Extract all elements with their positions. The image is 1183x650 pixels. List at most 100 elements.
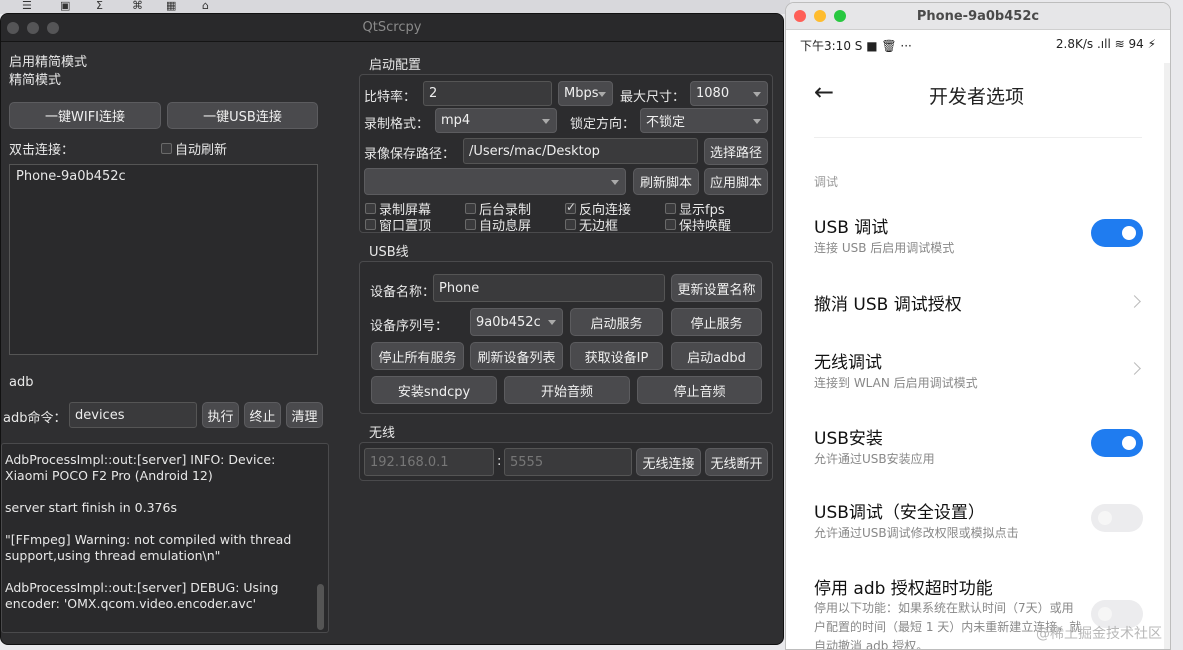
wireless-connect-button[interactable]: 无线连接 [636, 448, 701, 476]
checkbox-icon [465, 203, 476, 214]
lock-orientation-select[interactable]: 不锁定 [640, 108, 768, 133]
log-line: AdbProcessImpl::out:[server] INFO: Devic… [5, 452, 276, 483]
clear-button[interactable]: 清理 [286, 402, 323, 428]
setting-usb-debugging-security[interactable]: USB调试（安全设置） 允许通过USB调试修改权限或模拟点击 [786, 493, 1166, 548]
bitrate-unit-select[interactable]: Mbps [558, 81, 613, 106]
refresh-script-button[interactable]: 刷新脚本 [633, 168, 699, 195]
wireless-group: 192.168.0.1 : 5555 无线连接 无线断开 [359, 442, 773, 481]
divider [814, 137, 1142, 138]
choose-path-button[interactable]: 选择路径 [704, 138, 768, 165]
auto-refresh-checkbox[interactable]: 自动刷新 [161, 139, 227, 158]
back-arrow-icon[interactable]: ← [814, 78, 834, 106]
wireless-disconnect-button[interactable]: 无线断开 [705, 448, 768, 476]
minimize-dot-icon[interactable] [814, 10, 826, 22]
port-input[interactable]: 5555 [504, 448, 632, 476]
setting-title: USB 调试 [814, 218, 889, 238]
phone-titlebar: Phone-9a0b452c [786, 3, 1170, 30]
update-name-button[interactable]: 更新设置名称 [671, 274, 762, 302]
start-adbd-button[interactable]: 启动adbd [671, 342, 762, 370]
log-line: "[FFmpeg] Warning: not compiled with thr… [5, 532, 292, 563]
install-sndcpy-button[interactable]: 安装sndcpy [371, 376, 497, 404]
zoom-dot-icon[interactable] [47, 22, 59, 34]
setting-wireless-debugging[interactable]: 无线调试 连接到 WLAN 后启用调试模式 [786, 343, 1166, 398]
setting-usb-debugging[interactable]: USB 调试 连接 USB 后启用调试模式 [786, 208, 1166, 268]
setting-title: 停用 adb 授权超时功能 [814, 579, 993, 599]
ip-port-separator: : [497, 454, 502, 469]
phone-window-title: Phone-9a0b452c [916, 9, 1040, 24]
keep-awake-checkbox[interactable]: 保持唤醒 [665, 215, 731, 234]
adb-command-row: adb命令： devices 执行 终止 清理 [1, 395, 329, 435]
save-path-input[interactable]: /Users/mac/Desktop [463, 138, 698, 164]
checkbox-icon [665, 219, 676, 230]
get-device-ip-button[interactable]: 获取设备IP [570, 342, 663, 370]
lock-icon: ⌂ [202, 0, 209, 12]
log-scrollbar[interactable] [317, 584, 324, 630]
qtscrcpy-window: QtScrcpy 启用精简模式 精简模式 一键WIFI连接 一键USB连接 双击… [0, 13, 784, 645]
usb-debugging-security-toggle[interactable] [1091, 504, 1143, 532]
checkbox-icon [665, 203, 676, 214]
window-title: QtScrcpy [362, 20, 422, 35]
exec-button[interactable]: 执行 [202, 402, 239, 428]
bitrate-input[interactable]: 2 [423, 81, 552, 106]
checkmark-icon [565, 200, 576, 214]
lock-orientation-label: 锁定方向： [570, 117, 636, 132]
log-output[interactable]: AdbProcessImpl::out:[server] INFO: Devic… [1, 443, 329, 633]
qt-titlebar: QtScrcpy [1, 14, 783, 42]
chevron-down-icon [753, 118, 761, 124]
log-line: server start finish in 0.376s [5, 500, 177, 515]
device-listbox[interactable]: Phone-9a0b452c [9, 164, 318, 355]
serial-select[interactable]: 9a0b452c [470, 308, 563, 336]
close-dot-icon[interactable] [794, 10, 806, 22]
chevron-down-icon [542, 118, 550, 124]
minimize-dot-icon[interactable] [27, 22, 39, 34]
setting-title: USB调试（安全设置） [814, 503, 985, 523]
refresh-device-list-button[interactable]: 刷新设备列表 [470, 342, 563, 370]
setting-usb-install[interactable]: USB安装 允许通过USB安装应用 [786, 419, 1166, 474]
record-format-select[interactable]: mp4 [435, 108, 557, 133]
start-audio-button[interactable]: 开始音频 [504, 376, 630, 404]
usb-connect-button[interactable]: 一键USB连接 [167, 102, 318, 129]
bitrate-label: 比特率： [364, 90, 417, 105]
page-title: 开发者选项 [929, 86, 1025, 108]
ip-input[interactable]: 192.168.0.1 [364, 448, 494, 476]
zoom-dot-icon[interactable] [834, 10, 846, 22]
start-service-button[interactable]: 启动服务 [570, 308, 663, 336]
apply-script-button[interactable]: 应用脚本 [704, 168, 768, 195]
checkbox-icon [365, 219, 376, 230]
always-on-top-checkbox[interactable]: 窗口置顶 [365, 215, 431, 234]
frameless-checkbox[interactable]: 无边框 [565, 215, 618, 234]
desktop-menubar: ☰ ▣ Σ ⌘ ▦ ⌂ [0, 0, 790, 14]
stop-audio-button[interactable]: 停止音频 [637, 376, 762, 404]
phone-scrollbar[interactable] [1164, 63, 1170, 649]
stop-service-button[interactable]: 停止服务 [671, 308, 762, 336]
max-size-select[interactable]: 1080 [690, 81, 768, 106]
simple-mode-checkbox[interactable]: 启用精简模式 [9, 51, 87, 70]
usb-debugging-toggle[interactable] [1091, 219, 1143, 247]
adb-section-title: adb [9, 375, 34, 390]
close-dot-icon[interactable] [7, 22, 19, 34]
phone-status-bar: 下午3:10 S ■ 🗑 ··· 2.8K/s .ıll ≋ 94 ⚡ [800, 37, 1156, 55]
sigma-icon: Σ [96, 0, 103, 12]
terminate-button[interactable]: 终止 [244, 402, 281, 428]
checkbox-icon [565, 219, 576, 230]
usb-section-title: USB线 [369, 245, 409, 260]
setting-revoke-usb-auth[interactable]: 撤消 USB 调试授权 [786, 285, 1166, 325]
usb-install-toggle[interactable] [1091, 429, 1143, 457]
adb-cmd-input[interactable]: devices [69, 402, 197, 428]
log-line: AdbProcessImpl::out:[server] DEBUG: Usin… [5, 580, 279, 611]
stop-all-services-button[interactable]: 停止所有服务 [371, 342, 464, 370]
script-select[interactable] [364, 168, 626, 195]
save-path-label: 录像保存路径： [364, 147, 456, 162]
auto-screen-off-checkbox[interactable]: 自动息屏 [465, 215, 531, 234]
frame-icon: ▣ [60, 0, 71, 12]
checkbox-icon [465, 219, 476, 230]
phone-mirror-window: Phone-9a0b452c 下午3:10 S ■ 🗑 ··· 2.8K/s .… [785, 2, 1171, 650]
device-name-input[interactable]: Phone [433, 274, 665, 302]
wifi-connect-button[interactable]: 一键WIFI连接 [9, 102, 161, 129]
double-click-connect-label: 双击连接： [9, 143, 75, 158]
start-config-group: 比特率： 2 Mbps 最大尺寸： 1080 录制格式： mp4 锁定方向： 不… [359, 74, 773, 234]
menu-icon: ☰ [22, 0, 32, 12]
setting-title: 撤消 USB 调试授权 [814, 295, 962, 315]
device-list-item[interactable]: Phone-9a0b452c [16, 169, 126, 184]
wireless-section-title: 无线 [369, 426, 396, 441]
